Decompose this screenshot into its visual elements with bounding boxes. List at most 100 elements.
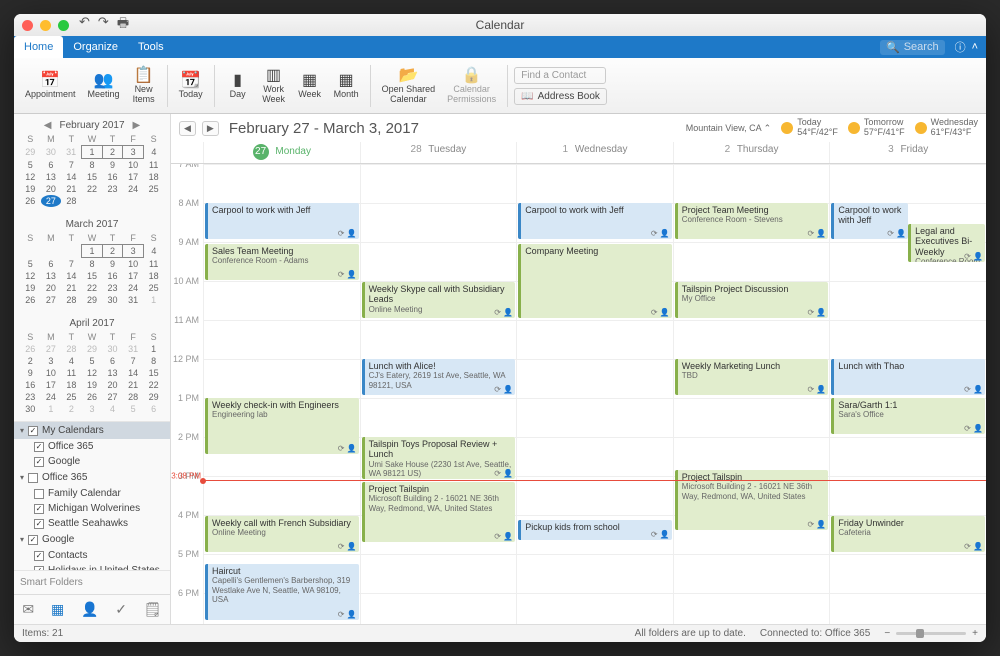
calendar-item[interactable]: ✓Contacts xyxy=(14,548,170,563)
day-header[interactable]: 3 Friday xyxy=(829,142,986,163)
prev-button[interactable]: ◀ xyxy=(179,121,196,136)
zoom-out-icon[interactable]: − xyxy=(884,628,890,639)
redo-icon[interactable]: ↷ xyxy=(98,14,109,36)
checkbox[interactable]: ✓ xyxy=(34,519,44,529)
appointment-button[interactable]: 📅Appointment xyxy=(20,70,81,102)
mini-cal-day[interactable]: 12 xyxy=(20,270,41,282)
mini-cal-day[interactable]: 17 xyxy=(41,379,62,391)
mini-cal-day[interactable]: 26 xyxy=(20,294,41,306)
mini-cal-day[interactable]: 18 xyxy=(61,379,82,391)
mini-cal-day[interactable]: 27 xyxy=(41,294,62,306)
day-header[interactable]: 27 Monday xyxy=(203,142,360,163)
mini-cal-day[interactable]: 21 xyxy=(61,183,82,195)
next-month-icon[interactable]: ▶ xyxy=(133,120,141,131)
calendar-event[interactable]: Carpool to work with Jeff⟳ 👤 xyxy=(205,203,359,239)
mini-cal-day[interactable]: 3 xyxy=(123,146,144,159)
mini-cal-day[interactable]: 4 xyxy=(102,403,123,415)
mini-cal-day[interactable]: 20 xyxy=(41,183,62,195)
mini-cal-day[interactable]: 27 xyxy=(41,343,62,355)
zoom-slider[interactable]: − + xyxy=(884,628,978,639)
undo-icon[interactable]: ↶ xyxy=(79,14,90,36)
find-contact-input[interactable]: Find a Contact xyxy=(514,67,606,84)
calendar-nav-icon[interactable]: ▦ xyxy=(51,601,64,618)
calendar-item[interactable]: ✓Holidays in United States xyxy=(14,563,170,570)
mini-cal-day[interactable]: 13 xyxy=(102,367,123,379)
people-nav-icon[interactable]: 👤 xyxy=(81,601,98,618)
mini-cal-day[interactable]: 12 xyxy=(20,171,41,183)
mini-cal-day[interactable]: 29 xyxy=(143,391,164,403)
mini-cal-day[interactable]: 29 xyxy=(20,146,41,159)
calendar-group[interactable]: ▾✓Google xyxy=(14,531,170,548)
calendar-event[interactable]: Lunch with Alice!CJ's Eatery, 2619 1st A… xyxy=(362,359,516,395)
mini-cal-day[interactable]: 10 xyxy=(123,159,144,172)
calendar-event[interactable]: Project TailspinMicrosoft Building 2 - 1… xyxy=(675,470,829,530)
mini-cal-day[interactable]: 8 xyxy=(143,355,164,367)
mini-cal-day[interactable]: 9 xyxy=(20,367,41,379)
mini-cal-day[interactable]: 4 xyxy=(143,146,164,159)
mini-cal-day[interactable] xyxy=(143,195,164,207)
mini-cal-day[interactable]: 24 xyxy=(123,183,144,195)
location-label[interactable]: Mountain View, CA ⌃ xyxy=(686,123,771,134)
mini-cal-day[interactable]: 14 xyxy=(123,367,144,379)
mini-cal-day[interactable]: 8 xyxy=(82,258,103,271)
mini-cal-day[interactable]: 8 xyxy=(82,159,103,172)
chevron-up-icon[interactable]: ˄ xyxy=(972,41,978,53)
mini-cal-day[interactable]: 7 xyxy=(61,159,82,172)
day-header[interactable]: 1 Wednesday xyxy=(516,142,673,163)
mini-cal-day[interactable]: 9 xyxy=(102,258,123,271)
weather-day[interactable]: Tomorrow57°F/41°F xyxy=(848,118,905,138)
mini-cal-day[interactable]: 20 xyxy=(102,379,123,391)
mini-cal-day[interactable]: 3 xyxy=(41,355,62,367)
mini-cal-day[interactable]: 26 xyxy=(82,391,103,403)
mini-cal-day[interactable]: 25 xyxy=(143,282,164,294)
mini-cal-day[interactable]: 10 xyxy=(123,258,144,271)
week-view-button[interactable]: ▦Week xyxy=(293,70,327,102)
calendar-item[interactable]: ✓Google xyxy=(14,454,170,469)
mini-cal-day[interactable]: 2 xyxy=(102,245,123,258)
mini-cal-day[interactable]: 1 xyxy=(143,343,164,355)
calendar-event[interactable]: Legal and Executives Bi-WeeklyConference… xyxy=(908,224,985,262)
mini-cal-day[interactable]: 24 xyxy=(41,391,62,403)
mini-cal-day[interactable]: 1 xyxy=(143,294,164,306)
close-window[interactable] xyxy=(22,20,33,31)
mini-cal-day[interactable]: 5 xyxy=(82,355,103,367)
mini-cal-day[interactable]: 6 xyxy=(143,403,164,415)
workweek-view-button[interactable]: ▥Work Week xyxy=(257,65,291,107)
mini-cal-day[interactable]: 5 xyxy=(20,159,41,172)
mini-cal-day[interactable]: 24 xyxy=(123,282,144,294)
mini-cal-day[interactable]: 7 xyxy=(123,355,144,367)
mini-cal-day[interactable]: 30 xyxy=(20,403,41,415)
weather-day[interactable]: Today54°F/42°F xyxy=(781,118,838,138)
calendar-event[interactable]: Carpool to work with Jeff⟳ 👤 xyxy=(831,203,908,239)
calendar-group[interactable]: ▾✓My Calendars xyxy=(14,422,170,439)
day-column[interactable]: Carpool to work with Jeff⟳ 👤Legal and Ex… xyxy=(829,164,986,624)
calendar-group[interactable]: ▾Office 365 xyxy=(14,469,170,486)
checkbox[interactable]: ✓ xyxy=(34,457,44,467)
mini-cal-day[interactable]: 13 xyxy=(41,270,62,282)
mini-cal-day[interactable]: 30 xyxy=(102,294,123,306)
mini-cal-day[interactable]: 13 xyxy=(41,171,62,183)
mini-cal-day[interactable] xyxy=(41,245,62,258)
mini-cal-day[interactable]: 22 xyxy=(82,183,103,195)
mini-cal-day[interactable]: 21 xyxy=(61,282,82,294)
mini-cal-day[interactable]: 19 xyxy=(20,183,41,195)
mini-cal-day[interactable] xyxy=(102,195,123,207)
mini-cal-day[interactable]: 2 xyxy=(20,355,41,367)
meeting-button[interactable]: 👥Meeting xyxy=(83,70,125,102)
checkbox[interactable] xyxy=(34,489,44,499)
tab-home[interactable]: Home xyxy=(14,36,63,58)
calendar-event[interactable]: Pickup kids from school⟳ 👤 xyxy=(518,520,672,540)
mini-cal-day[interactable] xyxy=(61,245,82,258)
mini-cal-day[interactable]: 31 xyxy=(123,343,144,355)
mini-cal-day[interactable]: 21 xyxy=(123,379,144,391)
mini-cal-day[interactable]: 16 xyxy=(102,171,123,183)
mini-cal-day[interactable]: 17 xyxy=(123,171,144,183)
mini-cal-day[interactable]: 19 xyxy=(20,282,41,294)
calendar-item[interactable]: ✓Michigan Wolverines xyxy=(14,501,170,516)
mini-cal-day[interactable]: 12 xyxy=(82,367,103,379)
checkbox[interactable]: ✓ xyxy=(34,551,44,561)
search-box[interactable]: 🔍 Search xyxy=(880,40,945,55)
mini-cal-day[interactable]: 31 xyxy=(123,294,144,306)
calendar-event[interactable]: Friday UnwinderCafeteria⟳ 👤 xyxy=(831,516,985,552)
mini-cal-day[interactable]: 18 xyxy=(143,171,164,183)
